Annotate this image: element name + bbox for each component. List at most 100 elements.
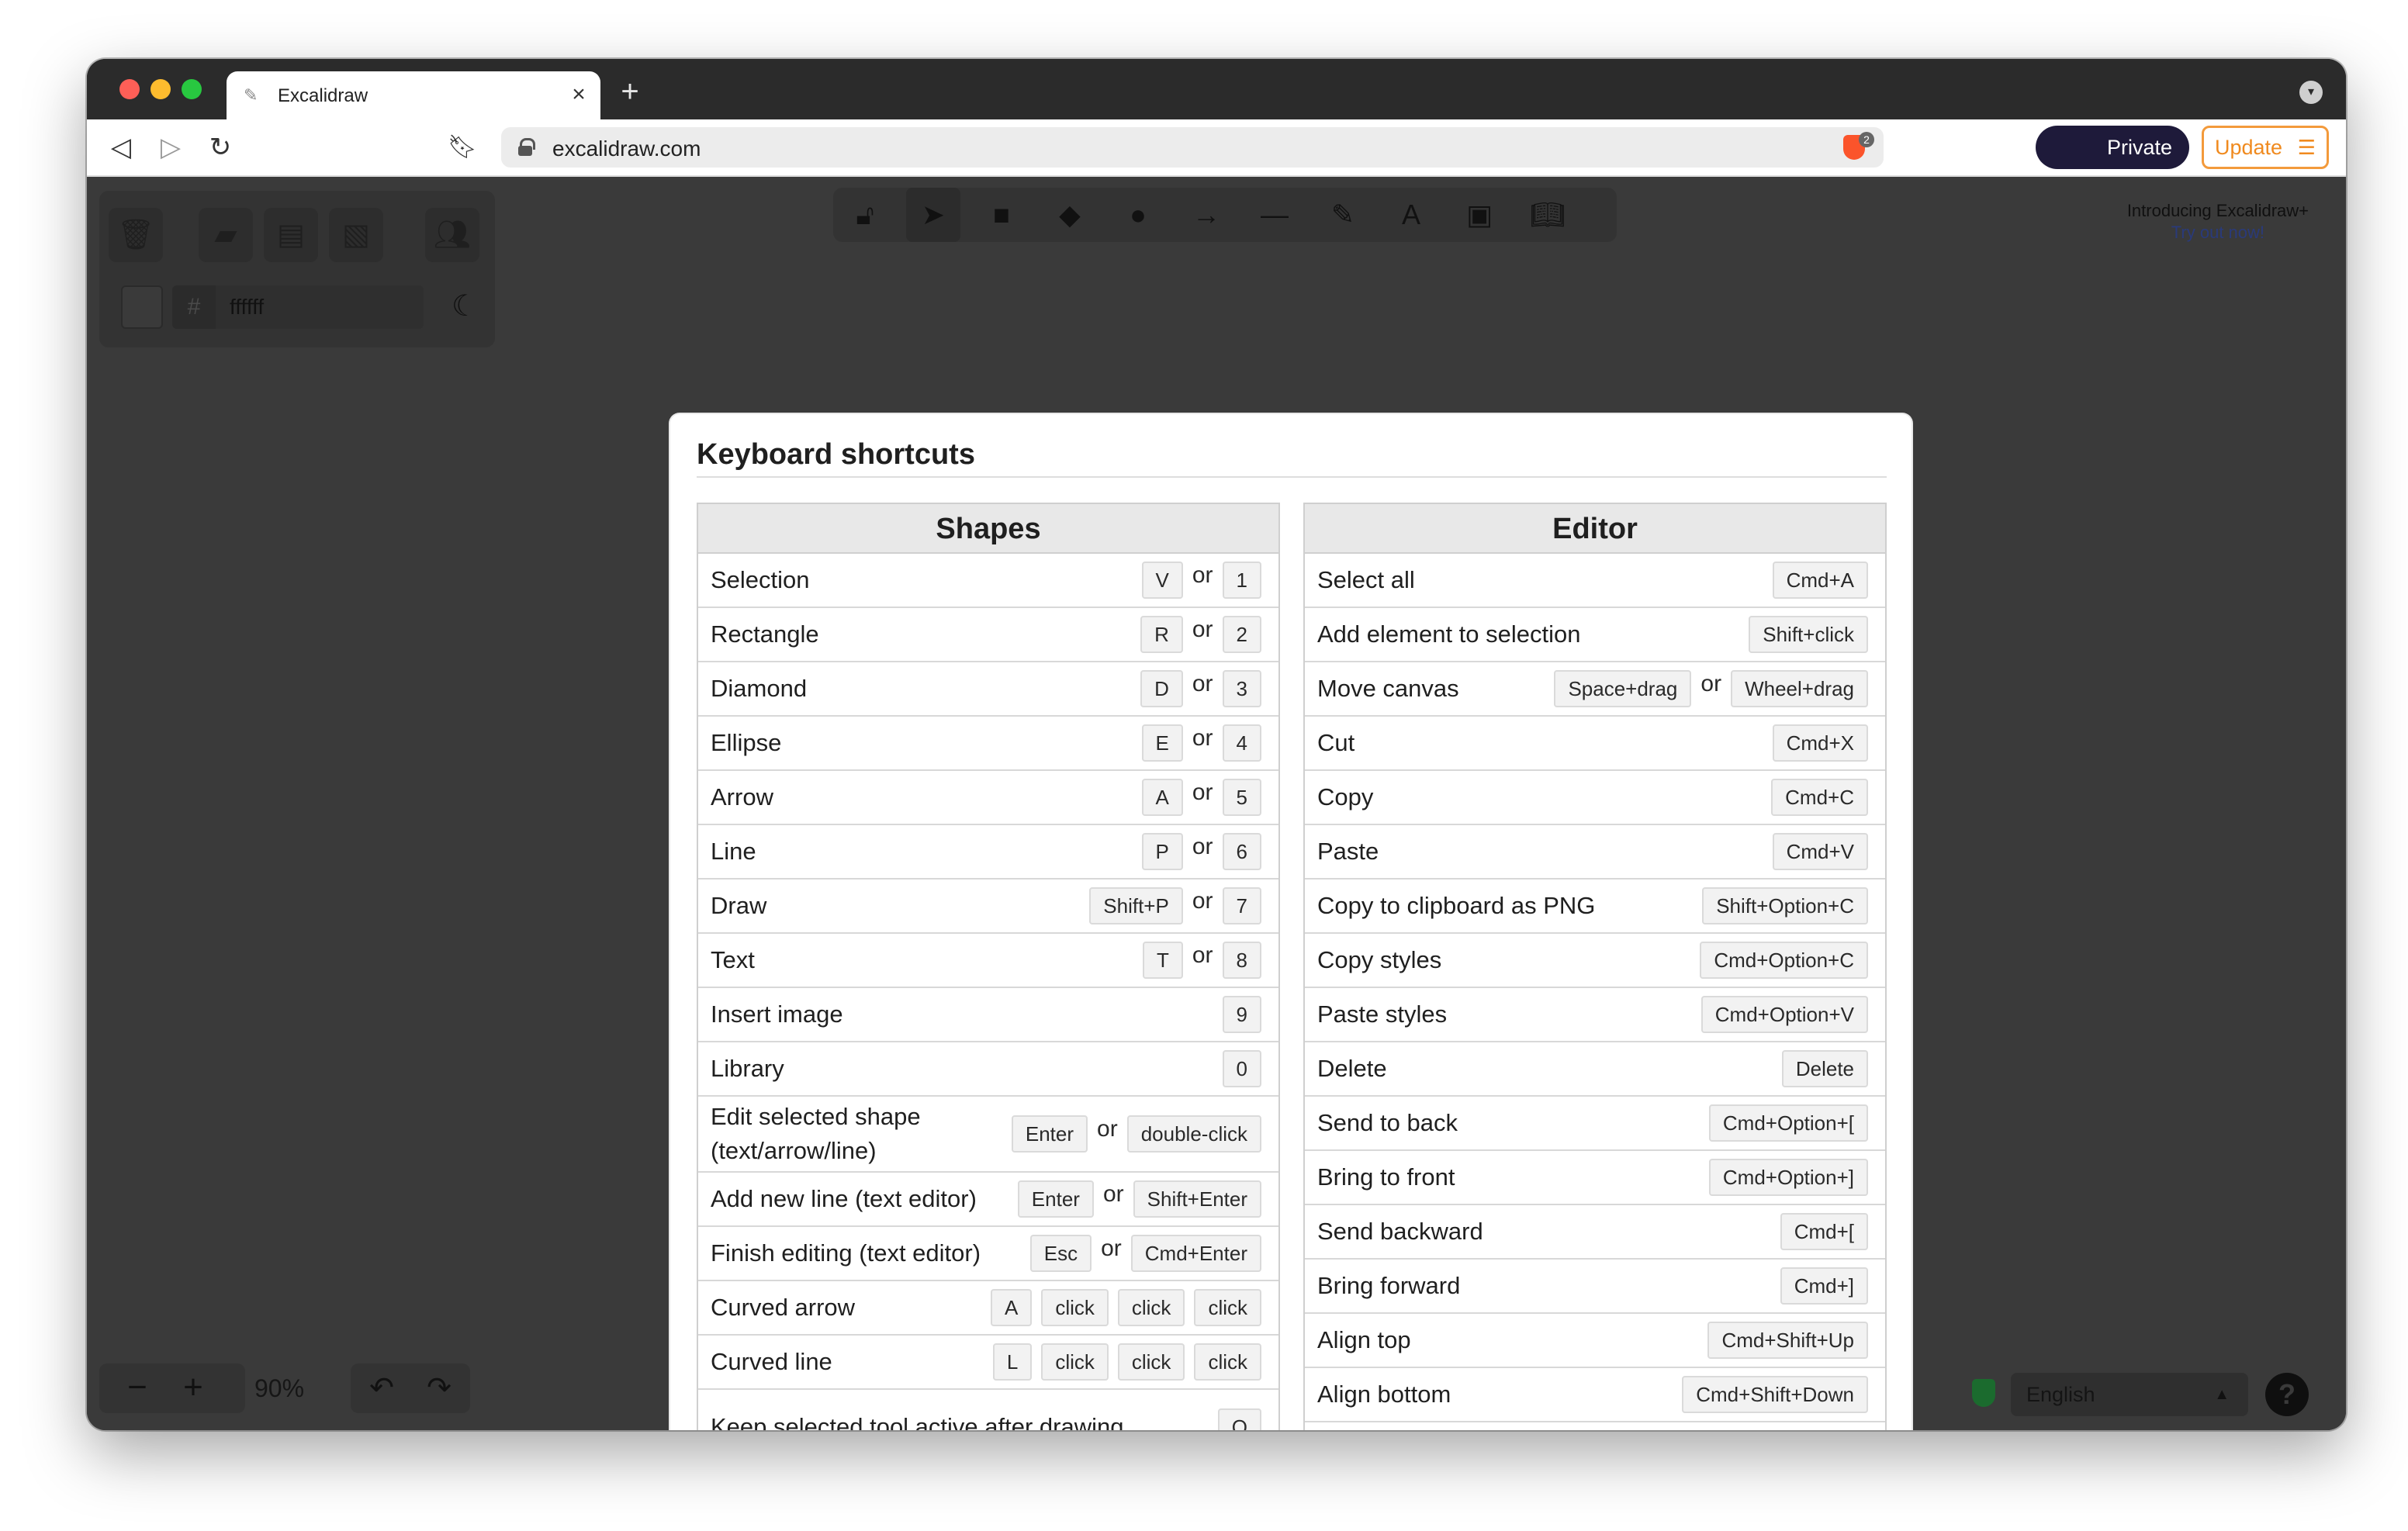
shortcut-keys: Cmd+Option+[	[1708, 1104, 1868, 1142]
language-select[interactable]: English ▲	[2011, 1373, 2248, 1416]
key-cap: 8	[1222, 942, 1261, 979]
zoom-level[interactable]: 90%	[254, 1363, 304, 1413]
image-tool-icon[interactable]: ▣	[1452, 188, 1507, 242]
shortcut-keys: Enter or Shift+Enter	[1017, 1180, 1261, 1218]
history-controls: ↶ ↷	[351, 1363, 470, 1413]
or-separator: or	[1700, 671, 1722, 696]
encryption-shield-icon[interactable]	[1969, 1376, 2000, 1413]
undo-icon[interactable]: ↶	[354, 1363, 410, 1413]
shortcut-row: Draw Shift+P or 7	[698, 880, 1278, 934]
help-icon[interactable]: ?	[2265, 1373, 2309, 1416]
key-cap: click	[1041, 1343, 1109, 1381]
tab-menu-chevron-icon[interactable]: ▾	[2299, 81, 2323, 104]
shapes-heading: Shapes	[698, 504, 1278, 554]
browser-window: ✎ Excalidraw × + ▾ ◁ ▷ ↻ 🔖︎ excalidraw.c…	[87, 59, 2346, 1430]
shortcut-row: Diamond Dor 3	[698, 662, 1278, 717]
shortcut-keys: Cmd+X	[1772, 724, 1868, 762]
shortcut-keys: Q	[1217, 1408, 1261, 1430]
minimize-window-button[interactable]	[150, 79, 171, 99]
key-cap: 9	[1222, 996, 1261, 1033]
key-cap: Shift+P	[1089, 887, 1183, 924]
or-separator: or	[1192, 834, 1213, 859]
key-cap: A	[1141, 779, 1183, 816]
text-tool-icon[interactable]: A	[1384, 188, 1438, 242]
ellipse-tool-icon[interactable]: ●	[1111, 188, 1165, 242]
key-cap: 5	[1222, 779, 1261, 816]
shortcut-keys: Shift+click	[1749, 616, 1868, 653]
forward-icon[interactable]: ▷	[154, 130, 188, 164]
update-button[interactable]: Update ☰	[2202, 126, 2329, 169]
address-bar[interactable]: excalidraw.com 2	[501, 127, 1884, 168]
shortcut-row: Bring to front Cmd+Option+]	[1305, 1151, 1885, 1205]
caret-up-icon: ▲	[2214, 1386, 2230, 1403]
shortcut-label: Insert image	[711, 1001, 843, 1028]
key-cap: Cmd+C	[1771, 779, 1868, 816]
shortcut-row: Ellipse Eor 4	[698, 717, 1278, 771]
key-cap: 1	[1222, 562, 1261, 599]
export-image-icon[interactable]: ▧	[329, 208, 383, 262]
library-icon[interactable]: 📖︎	[1521, 188, 1575, 242]
shortcut-row: Curved arrow Aclick click click	[698, 1281, 1278, 1336]
browser-tab[interactable]: ✎ Excalidraw ×	[227, 71, 600, 119]
rectangle-tool-icon[interactable]: ■	[974, 188, 1029, 242]
redo-icon[interactable]: ↷	[411, 1363, 467, 1413]
canvas-actions-panel: 🗑︎ ▰ ▤ ▧ 👥︎ # ffffff ☾	[99, 191, 495, 347]
key-cap: Shift+Option+C	[1702, 887, 1868, 924]
or-separator: or	[1192, 617, 1213, 642]
key-cap: 7	[1222, 887, 1261, 924]
shortcut-label: Arrow	[711, 783, 773, 810]
zoom-out-button[interactable]: −	[110, 1363, 164, 1413]
diamond-tool-icon[interactable]: ◆	[1043, 188, 1097, 242]
shortcut-row: Rectangle Ror 2	[698, 608, 1278, 662]
shortcut-row: Select all Cmd+A	[1305, 554, 1885, 608]
brave-shields-icon[interactable]: 2	[1843, 132, 1874, 161]
shortcut-keys: Dor 3	[1140, 670, 1261, 707]
new-tab-button[interactable]: +	[614, 76, 645, 107]
promo-link[interactable]: Try out now!	[2127, 222, 2309, 244]
background-color-swatch[interactable]	[121, 285, 163, 329]
shortcut-label: Move canvas	[1317, 675, 1459, 702]
zoom-controls: − +	[99, 1363, 245, 1413]
shortcut-label: Add element to selection	[1317, 620, 1581, 648]
trash-icon[interactable]: 🗑︎	[109, 208, 163, 262]
lock-tool-icon[interactable]: 🔓︎	[838, 188, 892, 242]
close-window-button[interactable]	[119, 79, 140, 99]
line-tool-icon[interactable]: —	[1247, 188, 1302, 242]
back-icon[interactable]: ◁	[104, 130, 138, 164]
shortcut-keys: Cmd+Option+]	[1708, 1159, 1868, 1196]
shortcut-row: Delete Delete	[1305, 1042, 1885, 1097]
key-cap: Cmd+X	[1772, 724, 1868, 762]
save-file-icon[interactable]: ▤	[264, 208, 318, 262]
or-separator: or	[1192, 888, 1213, 914]
key-cap: 3	[1222, 670, 1261, 707]
zoom-window-button[interactable]	[182, 79, 202, 99]
shields-count-badge: 2	[1859, 132, 1874, 147]
collaborators-icon[interactable]: 👥︎	[425, 208, 479, 262]
shortcut-label: Line	[711, 838, 756, 865]
shortcut-label: Bring to front	[1317, 1163, 1455, 1191]
shortcut-keys: Cmd+A	[1772, 562, 1868, 599]
open-folder-icon[interactable]: ▰	[199, 208, 253, 262]
color-hash-label: #	[172, 285, 216, 329]
tab-bar: ✎ Excalidraw × + ▾	[87, 59, 2346, 119]
shortcut-keys: Vor 1	[1141, 562, 1261, 599]
bookmark-icon[interactable]: 🔖︎	[447, 132, 478, 163]
draw-tool-icon[interactable]: ✎	[1316, 188, 1370, 242]
zoom-in-button[interactable]: +	[166, 1363, 220, 1413]
url-text[interactable]: excalidraw.com	[552, 137, 701, 161]
key-cap: Esc	[1029, 1235, 1092, 1272]
key-cap: A	[990, 1289, 1033, 1326]
tab-close-icon[interactable]: ×	[566, 82, 591, 107]
shapes-shortcuts-section: Shapes Selection Vor 1 Rectangle Ror 2 Diamond…	[697, 503, 1280, 1430]
excalidraw-plus-promo[interactable]: Introducing Excalidraw+ Try out now!	[2127, 200, 2309, 244]
key-cap: Cmd+Option+C	[1700, 942, 1868, 979]
private-window-button[interactable]: Private	[2036, 126, 2189, 169]
dark-mode-moon-icon[interactable]: ☾	[445, 287, 484, 326]
shortcut-keys: 9	[1222, 996, 1261, 1033]
selection-tool-icon[interactable]: ➤	[906, 188, 960, 242]
arrow-tool-icon[interactable]: →	[1179, 188, 1233, 242]
shortcut-label: Curved line	[711, 1348, 832, 1375]
background-color-input[interactable]: ffffff	[216, 285, 424, 329]
reload-icon[interactable]: ↻	[203, 130, 237, 164]
shortcut-label: Copy	[1317, 783, 1374, 810]
